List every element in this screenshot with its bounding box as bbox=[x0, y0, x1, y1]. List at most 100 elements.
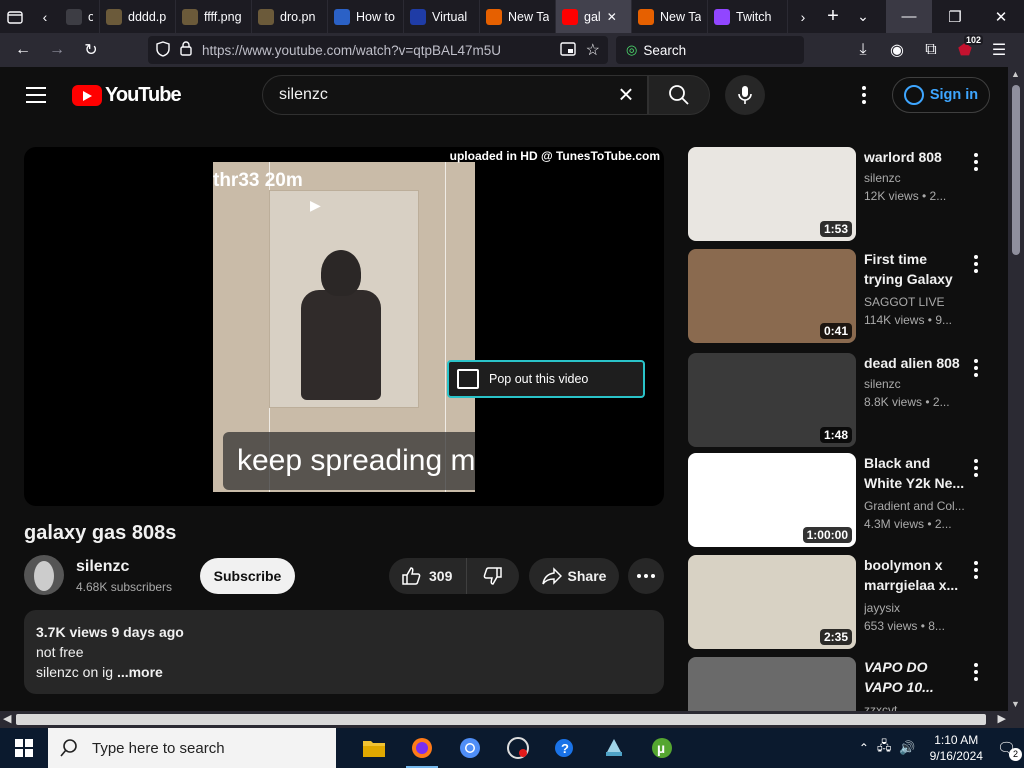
related-video-title[interactable]: dead alien 808 bbox=[864, 353, 968, 373]
network-icon[interactable]: 🖧 bbox=[877, 737, 892, 759]
youtube-search-input[interactable]: silenzc × bbox=[262, 75, 648, 115]
ublock-extension-icon[interactable]: ⬟ 102 bbox=[948, 33, 984, 67]
video-menu-icon[interactable] bbox=[974, 359, 978, 377]
lock-icon[interactable] bbox=[180, 41, 192, 59]
video-thumbnail[interactable]: 0:41 bbox=[688, 249, 856, 343]
scroll-tabs-right-icon[interactable]: › bbox=[788, 0, 818, 33]
youtube-search-value[interactable]: silenzc bbox=[279, 86, 328, 104]
clear-search-icon[interactable]: × bbox=[613, 81, 639, 108]
guide-menu-icon[interactable] bbox=[26, 87, 46, 103]
voice-search-button[interactable] bbox=[725, 75, 765, 115]
scroll-tabs-left-icon[interactable]: ‹ bbox=[30, 0, 60, 33]
url-text[interactable]: https://www.youtube.com/watch?v=qtpBAL47… bbox=[202, 43, 550, 58]
account-icon[interactable]: ◉ bbox=[880, 33, 914, 67]
video-thumbnail[interactable]: 2:35 bbox=[688, 555, 856, 649]
video-thumbnail[interactable]: 1:53 bbox=[688, 147, 856, 241]
new-tab-button[interactable]: + bbox=[818, 0, 848, 33]
downloads-icon[interactable]: ⤓ bbox=[846, 33, 880, 67]
video-menu-icon[interactable] bbox=[974, 153, 978, 171]
like-button[interactable]: 309 bbox=[389, 558, 467, 594]
related-video-channel[interactable]: zzxcvt bbox=[864, 703, 974, 711]
channel-name[interactable]: silenzc bbox=[76, 558, 129, 576]
related-video-channel[interactable]: silenzc bbox=[864, 377, 974, 391]
video-thumbnail[interactable] bbox=[688, 657, 856, 711]
notifications-icon[interactable]: 🗨 2 bbox=[997, 739, 1022, 761]
sign-in-button[interactable]: Sign in bbox=[892, 77, 990, 113]
volume-icon[interactable]: 🔊 bbox=[899, 740, 915, 756]
youtube-logo[interactable]: YouTube bbox=[72, 84, 182, 107]
related-video-channel[interactable]: silenzc bbox=[864, 171, 974, 185]
related-video-item[interactable]: VAPO DO VAPO 10... zzxcvt bbox=[688, 657, 988, 711]
video-thumbnail[interactable]: 1:00:00 bbox=[688, 453, 856, 547]
horizontal-scrollbar[interactable]: ◀ ▶ bbox=[0, 711, 1024, 728]
related-video-channel[interactable]: SAGGOT LIVE bbox=[864, 295, 974, 309]
browser-tab[interactable]: New Ta bbox=[480, 0, 556, 33]
video-thumbnail[interactable]: 1:48 bbox=[688, 353, 856, 447]
scroll-up-arrow-icon[interactable]: ▲ bbox=[1011, 69, 1020, 79]
more-actions-button[interactable] bbox=[628, 558, 664, 594]
channel-avatar[interactable] bbox=[24, 555, 64, 595]
horizontal-scroll-thumb[interactable] bbox=[16, 714, 986, 725]
restore-button[interactable]: ❐ bbox=[932, 0, 978, 33]
video-menu-icon[interactable] bbox=[974, 255, 978, 273]
browser-tab[interactable]: Virtual bbox=[404, 0, 480, 33]
share-button[interactable]: Share bbox=[529, 558, 619, 594]
scroll-down-arrow-icon[interactable]: ▼ bbox=[1011, 699, 1020, 709]
subscribe-button[interactable]: Subscribe bbox=[200, 558, 295, 594]
start-button[interactable] bbox=[0, 728, 48, 768]
related-video-channel[interactable]: Gradient and Col... bbox=[864, 499, 974, 513]
taskbar-search-box[interactable]: Type here to search bbox=[48, 728, 336, 768]
related-video-title[interactable]: VAPO DO VAPO 10... bbox=[864, 657, 968, 697]
bookmark-star-icon[interactable]: ☆ bbox=[586, 40, 600, 60]
related-video-title[interactable]: Black and White Y2k Ne... bbox=[864, 453, 968, 493]
browser-tab[interactable]: How to bbox=[328, 0, 404, 33]
browser-tab[interactable]: dddd.p bbox=[100, 0, 176, 33]
all-tabs-icon[interactable] bbox=[0, 0, 30, 33]
related-video-title[interactable]: First time trying Galaxy Gas... bbox=[864, 249, 968, 289]
related-video-item[interactable]: 2:35 boolymon x marrgielaa x... jayysix 653… bbox=[688, 555, 988, 649]
list-tabs-icon[interactable]: ⌄ bbox=[848, 0, 878, 33]
picture-in-picture-icon[interactable] bbox=[559, 41, 576, 59]
close-window-button[interactable]: ✕ bbox=[978, 0, 1024, 33]
pop-out-video-button[interactable]: Pop out this video bbox=[447, 360, 645, 398]
back-button[interactable]: ← bbox=[6, 33, 40, 67]
settings-menu-icon[interactable] bbox=[852, 83, 876, 107]
related-video-channel[interactable]: jayysix bbox=[864, 601, 974, 615]
scroll-right-arrow-icon[interactable]: ▶ bbox=[998, 712, 1006, 725]
recorder-taskbar-icon[interactable] bbox=[494, 728, 542, 768]
clock[interactable]: 1:10 AM 9/16/2024 bbox=[930, 732, 983, 764]
extensions-icon[interactable]: ⧉ bbox=[914, 33, 948, 67]
related-video-item[interactable]: 1:00:00 Black and White Y2k Ne... Gradient… bbox=[688, 453, 988, 547]
firefox-taskbar-icon[interactable] bbox=[398, 728, 446, 768]
related-video-title[interactable]: boolymon x marrgielaa x... bbox=[864, 555, 968, 595]
reload-button[interactable]: ↻ bbox=[74, 33, 108, 67]
help-taskbar-icon[interactable]: ? bbox=[542, 728, 590, 768]
show-hidden-icons-icon[interactable]: ⌃ bbox=[859, 741, 869, 755]
utorrent-taskbar-icon[interactable]: µ bbox=[638, 728, 686, 768]
close-tab-icon[interactable]: ✕ bbox=[607, 10, 617, 24]
minimize-button[interactable]: — bbox=[886, 0, 932, 33]
related-video-title[interactable]: warlord 808 bbox=[864, 147, 968, 167]
browser-tab[interactable]: gal ✕ bbox=[556, 0, 632, 33]
dislike-button[interactable] bbox=[467, 566, 519, 586]
search-engine-icon[interactable]: ◎ bbox=[626, 42, 637, 58]
scroll-left-arrow-icon[interactable]: ◀ bbox=[3, 712, 11, 725]
related-video-item[interactable]: 1:48 dead alien 808 silenzc 8.8K views • 2.… bbox=[688, 353, 988, 447]
browser-tab[interactable]: on bbox=[60, 0, 100, 33]
browser-tab[interactable]: New Ta bbox=[632, 0, 708, 33]
browser-tab[interactable]: dro.pn bbox=[252, 0, 328, 33]
video-menu-icon[interactable] bbox=[974, 459, 978, 477]
web-search-box[interactable]: ◎ Search bbox=[616, 36, 804, 64]
app-menu-icon[interactable]: ☰ bbox=[982, 33, 1016, 67]
forward-button[interactable]: → bbox=[40, 33, 74, 67]
tracking-protection-icon[interactable] bbox=[156, 40, 170, 60]
video-player[interactable]: ▶ thr33 20m keep spreading me uploaded i… bbox=[24, 147, 664, 506]
show-more-link[interactable]: ...more bbox=[117, 664, 163, 680]
related-video-item[interactable]: 1:53 warlord 808 silenzc 12K views • 2... bbox=[688, 147, 988, 241]
related-video-item[interactable]: 0:41 First time trying Galaxy Gas... SAGGO… bbox=[688, 249, 988, 343]
browser-tab[interactable]: ffff.png bbox=[176, 0, 252, 33]
description-box[interactable]: 3.7K views 9 days ago not free silenzc o… bbox=[24, 610, 664, 694]
chrome-taskbar-icon[interactable] bbox=[446, 728, 494, 768]
file-explorer-icon[interactable] bbox=[350, 728, 398, 768]
browser-tab[interactable]: Twitch bbox=[708, 0, 788, 33]
